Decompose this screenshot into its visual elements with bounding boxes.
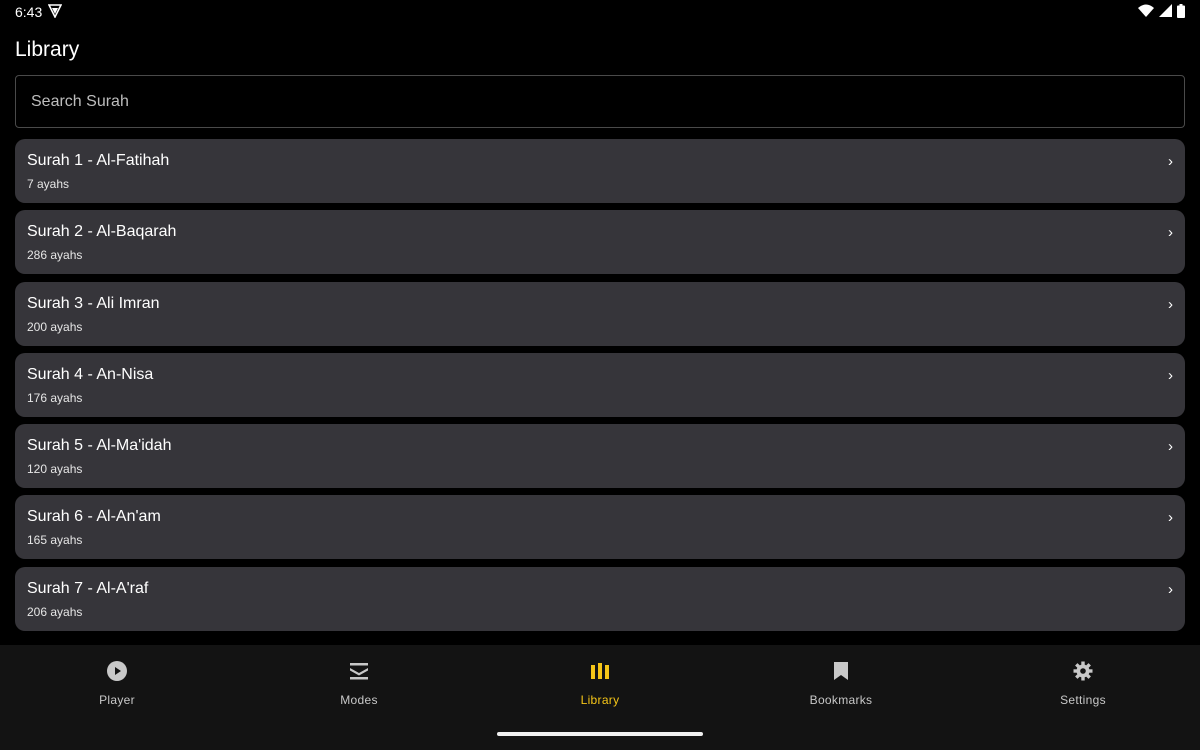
nav-label-player: Player: [99, 693, 135, 707]
chevron-right-icon: ›: [1168, 580, 1173, 598]
nav-label-bookmarks: Bookmarks: [809, 693, 873, 707]
surah-title: Surah 4 - An-Nisa: [27, 365, 154, 383]
search-input[interactable]: [31, 92, 1169, 111]
library-icon: [540, 659, 660, 683]
home-indicator[interactable]: [497, 732, 703, 736]
surah-title: Surah 1 - Al-Fatihah: [27, 152, 170, 169]
list-item[interactable]: Surah 7 - Al-A'raf 206 ayahs ›: [15, 566, 1185, 631]
chevron-right-icon: ›: [1168, 295, 1173, 313]
list-item[interactable]: Surah 4 - An-Nisa 176 ayahs ›: [15, 352, 1185, 417]
chevron-right-icon: ›: [1168, 438, 1173, 456]
list-item[interactable]: Surah 2 - Al-Baqarah 286 ayahs ›: [15, 210, 1185, 275]
nav-item-bookmarks[interactable]: Bookmarks: [781, 659, 901, 707]
ayah-count: 7 ayahs: [27, 177, 70, 191]
list-item[interactable]: Surah 3 - Ali Imran 200 ayahs ›: [15, 281, 1185, 346]
surah-title: Surah 7 - Al-A'raf: [27, 579, 149, 597]
chevron-right-icon: ›: [1168, 224, 1173, 242]
list-item[interactable]: Surah 6 - Al-An'am 165 ayahs ›: [15, 495, 1185, 560]
battery-icon: [1177, 3, 1185, 21]
nav-item-modes[interactable]: Modes: [299, 659, 419, 707]
nav-item-player[interactable]: Player: [57, 659, 177, 707]
nav-label-settings: Settings: [1060, 693, 1106, 707]
ayah-count: 120 ayahs: [27, 462, 83, 477]
wifi-icon: [1138, 4, 1154, 21]
surah-list: Surah 1 - Al-Fatihah 7 ayahs › Surah 2 -…: [15, 139, 1185, 638]
status-time: 6:43: [15, 4, 43, 20]
surah-title: Surah 5 - Al-Ma'idah: [27, 437, 172, 455]
chevron-right-icon: ›: [1168, 509, 1173, 527]
chevron-right-icon: ›: [1168, 366, 1173, 384]
play-circle-icon: [57, 659, 177, 683]
chevron-right-icon: ›: [1168, 153, 1173, 170]
nav-label-library: Library: [580, 693, 620, 707]
status-right: [1138, 3, 1185, 21]
surah-title: Surah 6 - Al-An'am: [27, 508, 161, 526]
bookmark-icon: [781, 659, 901, 683]
ayah-count: 165 ayahs: [27, 533, 83, 548]
page-title: Library: [15, 38, 80, 61]
ayah-count: 200 ayahs: [27, 319, 83, 334]
status-left: 6:43: [15, 3, 63, 21]
surah-title: Surah 3 - Ali Imran: [27, 294, 160, 312]
ayah-count: 286 ayahs: [27, 248, 83, 263]
search-box[interactable]: [15, 75, 1185, 128]
list-item[interactable]: Surah 1 - Al-Fatihah 7 ayahs ›: [15, 139, 1185, 203]
nav-item-settings[interactable]: Settings: [1023, 659, 1143, 707]
gear-icon: [1023, 659, 1143, 683]
nav-label-modes: Modes: [340, 693, 378, 707]
ayah-count: 206 ayahs: [27, 604, 83, 619]
modes-stack-icon: [299, 659, 419, 683]
vpn-shield-icon: [47, 3, 63, 21]
ayah-count: 176 ayahs: [27, 390, 83, 405]
cellular-signal-icon: [1159, 4, 1172, 20]
list-item[interactable]: Surah 5 - Al-Ma'idah 120 ayahs ›: [15, 424, 1185, 489]
nav-item-library[interactable]: Library: [540, 659, 660, 707]
status-bar: 6:43: [0, 0, 1200, 24]
surah-title: Surah 2 - Al-Baqarah: [27, 223, 177, 241]
